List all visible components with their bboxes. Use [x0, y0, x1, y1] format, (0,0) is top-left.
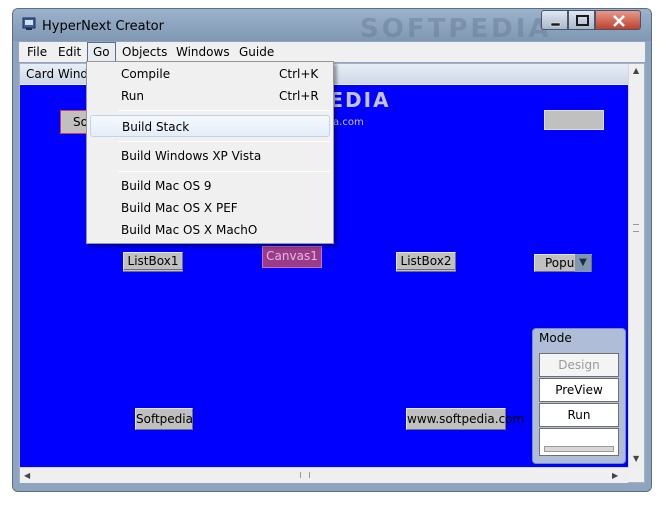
menu-windows[interactable]: Windows [171, 42, 235, 62]
menu-objects[interactable]: Objects [117, 42, 172, 62]
vertical-scrollbar[interactable]: ▲ ▼ [628, 64, 644, 468]
menu-item-shortcut: Ctrl+R [279, 89, 319, 103]
menu-edit[interactable]: Edit [53, 42, 86, 62]
mode-design-button[interactable]: Design [539, 353, 619, 377]
canvas1[interactable]: Canvas1 [262, 246, 322, 268]
menu-item-build-windows-xp-vista[interactable]: Build Windows XP Vista [90, 145, 330, 167]
menu-file[interactable]: File [22, 42, 52, 62]
watermark-logo: SOFTPEDIA [360, 14, 552, 44]
window-title: HyperNext Creator [42, 19, 164, 34]
scroll-grip-icon[interactable] [633, 224, 639, 232]
listbox2[interactable]: ListBox2 [396, 252, 456, 272]
scroll-up-icon[interactable]: ▲ [633, 66, 639, 75]
minimize-icon [550, 22, 561, 27]
maximize-icon [576, 15, 589, 26]
menu-separator [118, 110, 330, 111]
minimize-button[interactable] [541, 10, 568, 30]
menu-go[interactable]: Go [87, 42, 116, 62]
mode-panel-title: Mode [539, 331, 572, 345]
menu-item-build-mac-os-9[interactable]: Build Mac OS 9 [90, 175, 330, 197]
mode-preview-button[interactable]: PreView [539, 378, 619, 402]
menu-item-build-stack[interactable]: Build Stack [90, 115, 330, 137]
maximize-button[interactable] [568, 10, 595, 30]
menu-item-compile[interactable]: Compile Ctrl+K [90, 63, 330, 85]
menu-item-label: Compile [121, 67, 171, 81]
menu-item-build-mac-os-x-pef[interactable]: Build Mac OS X PEF [90, 197, 330, 219]
menu-item-label: Build Mac OS X MachO [121, 223, 258, 237]
card-window-title: Card Windo [26, 67, 96, 81]
mode-slider-track[interactable] [544, 446, 614, 452]
scroll-left-icon[interactable]: ◀ [24, 471, 30, 480]
popup-dropdown-arrow-icon[interactable]: ▼ [575, 254, 591, 272]
close-icon [613, 15, 625, 27]
horizontal-scrollbar[interactable]: ◀ ▶ [20, 467, 628, 483]
menu-item-shortcut: Ctrl+K [279, 67, 319, 81]
scroll-right-icon[interactable]: ▶ [612, 471, 618, 480]
menu-item-label: Build Mac OS 9 [121, 179, 212, 193]
menu-item-run[interactable]: Run Ctrl+R [90, 85, 330, 107]
scroll-grip-icon[interactable] [300, 472, 310, 478]
mode-run-button[interactable]: Run [539, 403, 619, 427]
menu-guide[interactable]: Guide [234, 42, 279, 62]
menu-item-label: Build Stack [122, 120, 190, 134]
menu-separator [118, 141, 330, 142]
menu-separator [118, 171, 330, 172]
scroll-down-icon[interactable]: ▼ [633, 454, 639, 463]
menu-item-label: Run [121, 89, 145, 103]
field-url[interactable]: www.softpedia.com [406, 408, 524, 430]
menu-item-label: Build Mac OS X PEF [121, 201, 238, 215]
close-button[interactable] [595, 10, 641, 30]
menu-item-build-mac-os-x-macho[interactable]: Build Mac OS X MachO [90, 219, 330, 241]
field-softpedia[interactable]: Softpedia [135, 408, 193, 430]
card-grey-field[interactable] [544, 110, 604, 130]
listbox1[interactable]: ListBox1 [123, 252, 183, 272]
menu-item-label: Build Windows XP Vista [121, 149, 262, 163]
app-icon [22, 17, 36, 31]
